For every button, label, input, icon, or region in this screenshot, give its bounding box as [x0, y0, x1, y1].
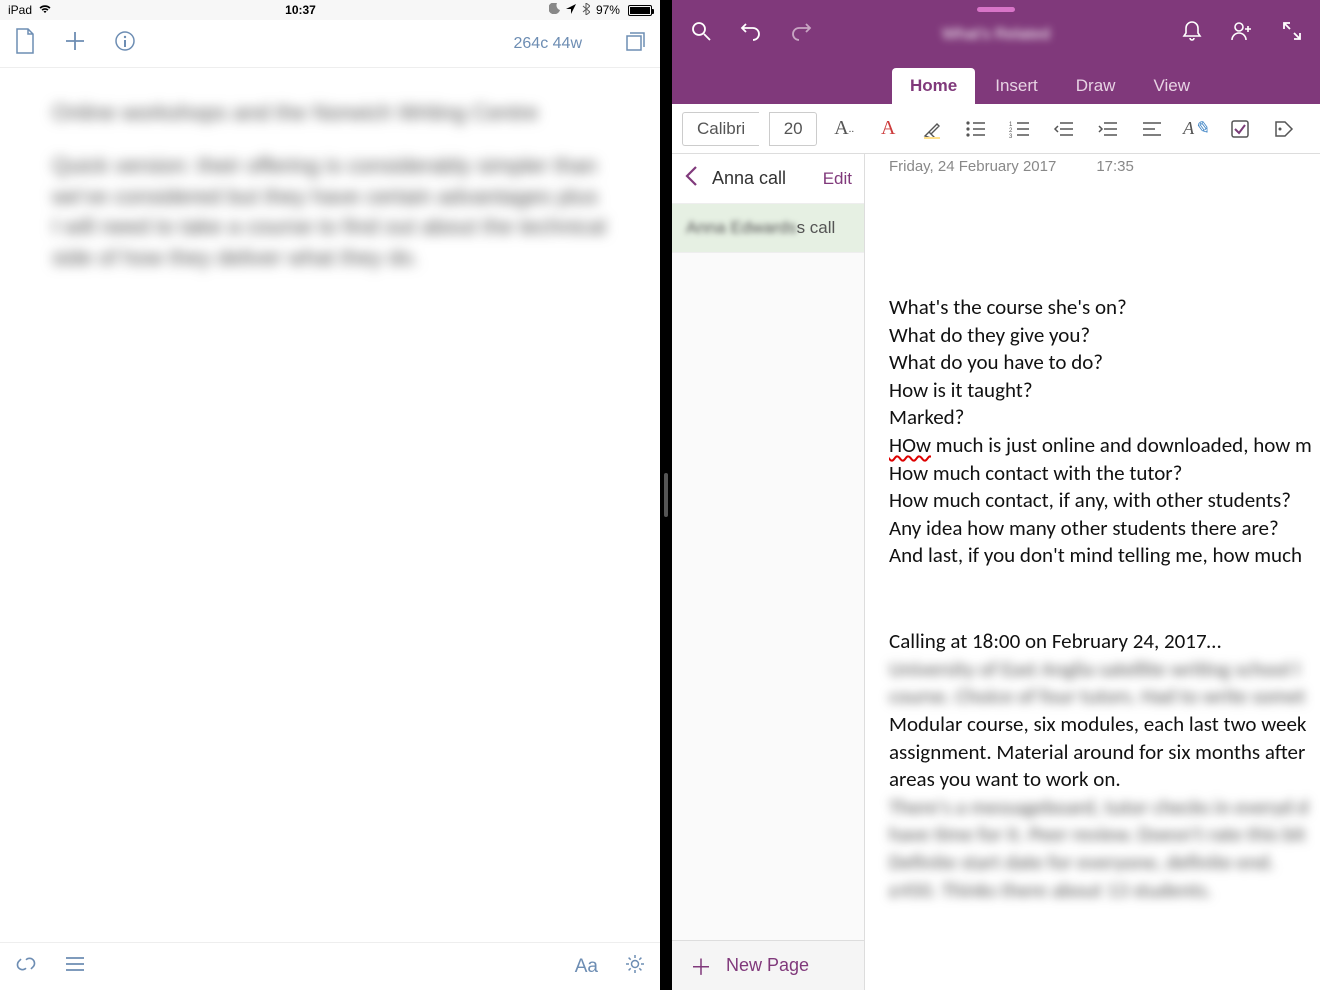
font-size-select[interactable]: 20 — [769, 112, 817, 146]
gear-icon[interactable] — [624, 953, 646, 980]
note-line: How much contact with the tutor? — [889, 461, 1320, 487]
device-label: iPad — [8, 3, 32, 17]
left-app: iPad 10:37 97% — [0, 0, 660, 990]
undo-icon[interactable] — [740, 20, 762, 47]
new-page-button[interactable]: ＋ New Page — [672, 940, 864, 990]
new-page-label: New Page — [726, 955, 809, 976]
font-format-icon[interactable]: A.. — [827, 112, 861, 146]
edit-button[interactable]: Edit — [823, 169, 852, 189]
note-line: How much contact, if any, with other stu… — [889, 488, 1320, 514]
note-line: What do you have to do? — [889, 350, 1320, 376]
left-body: Quick version: their offering is conside… — [52, 151, 608, 274]
note-line: What do they give you? — [889, 323, 1320, 349]
page-list-item[interactable]: Anna Edwardss call — [672, 204, 864, 253]
window-grabber[interactable] — [977, 7, 1015, 12]
tab-view[interactable]: View — [1135, 68, 1208, 104]
word-count: 264c 44w — [514, 35, 583, 53]
pages-icon[interactable] — [624, 30, 646, 57]
note-line: £450. Thinks there about 13 students. — [889, 878, 1320, 904]
styles-icon[interactable]: A✎ — [1179, 112, 1213, 146]
numbering-icon[interactable]: 123 — [1003, 112, 1037, 146]
left-bottom-toolbar: Aa — [0, 942, 660, 990]
note-line: areas you want to work on. — [889, 767, 1320, 793]
note-time: 17:35 — [1096, 158, 1134, 175]
add-icon[interactable] — [64, 30, 86, 57]
battery-percent: 97% — [596, 3, 620, 17]
outdent-icon[interactable] — [1047, 112, 1081, 146]
indent-icon[interactable] — [1091, 112, 1125, 146]
fullscreen-icon[interactable] — [1282, 21, 1302, 46]
share-person-icon[interactable] — [1230, 20, 1254, 47]
note-line: Modular course, six modules, each last t… — [889, 712, 1320, 738]
redo-icon[interactable] — [790, 20, 812, 47]
font-name-select[interactable]: Calibri — [682, 112, 759, 146]
page-sidebar: Anna call Edit Anna Edwardss call ＋ New … — [672, 154, 865, 990]
tab-draw[interactable]: Draw — [1058, 68, 1134, 104]
highlight-icon[interactable] — [915, 112, 949, 146]
onenote-app: What's Related Home Insert Draw View Cal… — [672, 0, 1320, 990]
note-line: HOw much is just online and downloaded, … — [889, 433, 1320, 459]
note-line: assignment. Material around for six mont… — [889, 740, 1320, 766]
location-icon — [566, 3, 576, 17]
notebook-title[interactable]: What's Related — [942, 26, 1050, 44]
plus-icon: ＋ — [690, 950, 712, 982]
note-line: What's the course she's on? — [889, 295, 1320, 321]
bluetooth-icon — [582, 3, 590, 18]
status-time: 10:37 — [285, 3, 316, 17]
document-icon[interactable] — [14, 28, 36, 59]
bullets-icon[interactable] — [959, 112, 993, 146]
bell-icon[interactable] — [1182, 20, 1202, 47]
note-line: Any idea how many other students there a… — [889, 516, 1320, 542]
font-color-icon[interactable]: A — [871, 112, 905, 146]
todo-tag-icon[interactable] — [1223, 112, 1257, 146]
list-icon[interactable] — [64, 955, 86, 978]
ios-status-bar: iPad 10:37 97% — [0, 0, 660, 20]
note-line: have time for it. Peer review. Doesn't r… — [889, 822, 1320, 848]
left-document-content[interactable]: Online workshops and the Norwich Writing… — [0, 68, 660, 942]
font-icon[interactable]: Aa — [575, 956, 598, 978]
wifi-icon — [38, 3, 52, 17]
info-icon[interactable] — [114, 30, 136, 57]
split-divider[interactable] — [660, 0, 672, 990]
note-line: And last, if you don't mind telling me, … — [889, 543, 1320, 569]
align-icon[interactable] — [1135, 112, 1169, 146]
ribbon: Calibri 20 A.. A 123 A✎ — [672, 104, 1320, 154]
note-line: There's a messageboard, tutor checks in … — [889, 795, 1320, 821]
tags-icon[interactable] — [1267, 112, 1301, 146]
link-icon[interactable] — [14, 952, 38, 981]
note-line: How is it taught? — [889, 378, 1320, 404]
back-chevron-icon[interactable] — [684, 165, 698, 193]
left-heading: Online workshops and the Norwich Writing… — [52, 98, 608, 129]
search-icon[interactable] — [690, 20, 712, 47]
note-line: Marked? — [889, 405, 1320, 431]
battery-icon — [628, 5, 652, 16]
note-line: University of East Anglia satellite writ… — [889, 657, 1320, 683]
tab-insert[interactable]: Insert — [977, 68, 1056, 104]
note-line: Definite start date for everyone, defini… — [889, 850, 1320, 876]
left-toolbar: 264c 44w — [0, 20, 660, 68]
note-date: Friday, 24 February 2017 — [889, 158, 1056, 175]
ribbon-tabs: Home Insert Draw View — [672, 66, 1320, 104]
dnd-moon-icon — [549, 3, 560, 17]
page-list: Anna Edwardss call — [672, 204, 864, 940]
note-canvas[interactable]: Friday, 24 February 2017 17:35 What's th… — [865, 154, 1320, 990]
note-line: Calling at 18:00 on February 24, 2017… — [889, 629, 1320, 655]
note-body[interactable]: What's the course she's on? What do they… — [865, 175, 1320, 903]
onenote-titlebar: What's Related — [672, 0, 1320, 66]
tab-home[interactable]: Home — [892, 68, 975, 104]
svg-text:3: 3 — [1009, 134, 1013, 138]
note-line: course. Choice of four tutors. Had to wr… — [889, 684, 1320, 710]
section-title[interactable]: Anna call — [712, 168, 809, 189]
